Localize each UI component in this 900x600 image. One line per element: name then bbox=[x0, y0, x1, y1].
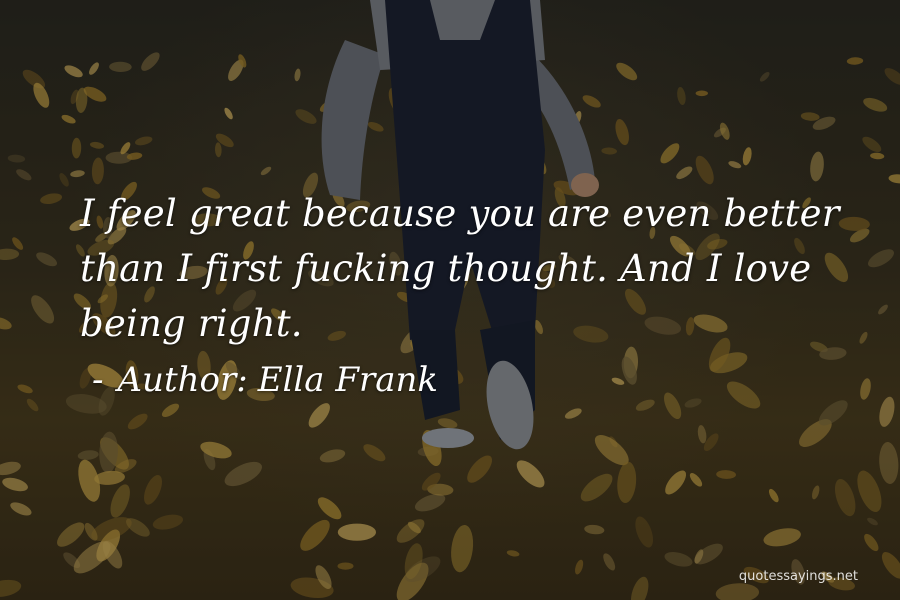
watermark: quotessayings.net bbox=[738, 569, 858, 584]
author-dash: - bbox=[92, 360, 104, 400]
author-line: - Author: Ella Frank bbox=[80, 355, 850, 405]
quote-block: I feel great because you are even better… bbox=[80, 186, 850, 405]
author-name: Ella Frank bbox=[257, 360, 438, 400]
quote-text: I feel great because you are even better… bbox=[80, 192, 840, 345]
author-prefix: Author: bbox=[117, 360, 248, 400]
quote-image: I feel great because you are even better… bbox=[0, 0, 900, 600]
